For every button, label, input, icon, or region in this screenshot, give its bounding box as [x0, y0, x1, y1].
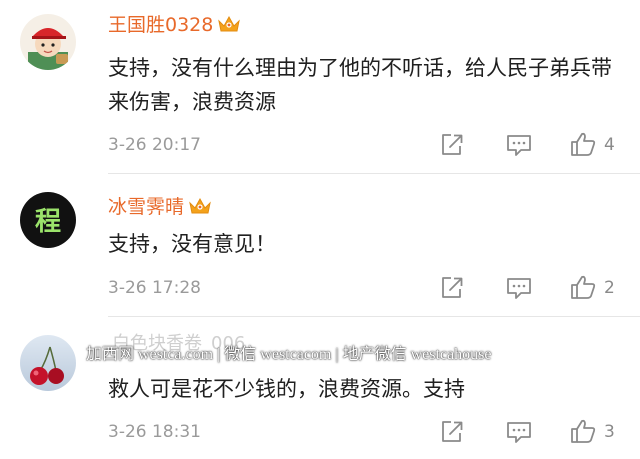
user-avatar[interactable]	[20, 335, 76, 391]
repost-icon[interactable]	[439, 419, 465, 445]
comment-text: 救人可是花不少钱的，浪费资源。支持	[108, 377, 465, 401]
watermark-text: 加西网 westca.com | 微信 westcacom | 地产微信 wes…	[86, 346, 492, 363]
comment-time: 3-26 18:31	[108, 422, 201, 442]
like-icon[interactable]	[569, 418, 597, 444]
comment-icon[interactable]	[505, 419, 533, 445]
like-count: 3	[604, 422, 615, 442]
comment-3: 白色块香卷_006 救人可是花不少钱的，浪费资源。支持 3-26 18:31 3	[0, 0, 640, 459]
